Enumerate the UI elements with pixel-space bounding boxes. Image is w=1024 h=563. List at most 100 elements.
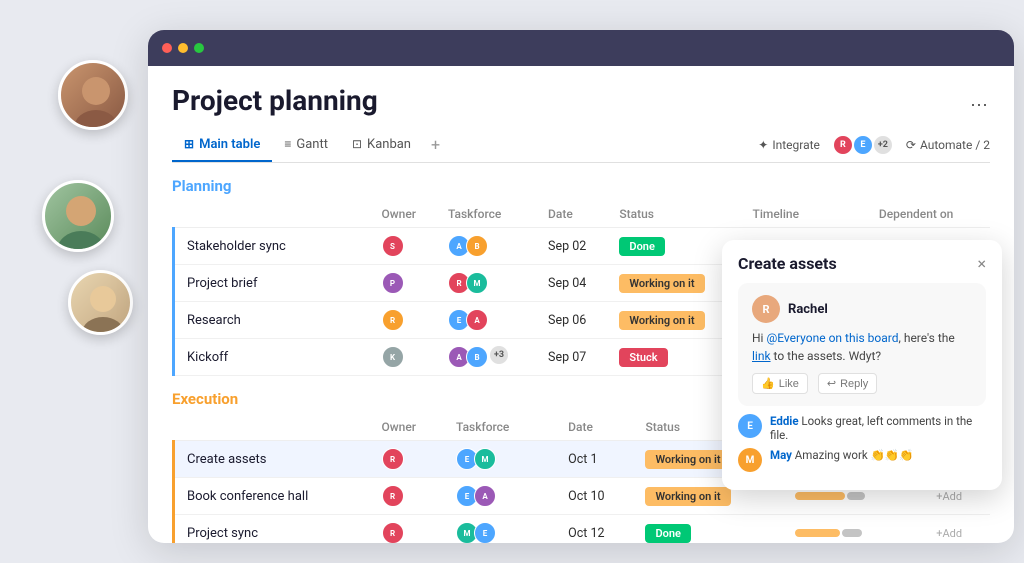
reply-label: Reply — [840, 378, 868, 390]
task-taskforce: E A — [448, 478, 560, 515]
col-date: Date — [540, 201, 611, 228]
automate-icon: ⟳ — [906, 138, 916, 152]
task-add: +Add — [928, 515, 990, 544]
col-taskforce: Taskforce — [440, 201, 540, 228]
maximize-dot[interactable] — [194, 43, 204, 53]
task-taskforce: E M — [448, 441, 560, 478]
task-name: Project brief — [174, 265, 374, 302]
integrate-icon: ✦ — [758, 138, 768, 152]
automate-label: Automate / 2 — [920, 138, 990, 152]
avatar: M — [466, 272, 488, 294]
tab-kanban[interactable]: ⊡ Kanban — [340, 129, 423, 162]
col-date: Date — [560, 414, 637, 441]
like-icon: 👍 — [761, 377, 775, 390]
automate-button[interactable]: ⟳ Automate / 2 — [906, 138, 990, 152]
reply-avatar: E — [738, 414, 762, 438]
avatar: A — [466, 309, 488, 331]
popup-header: Create assets × — [722, 240, 1002, 283]
avatar: M — [474, 448, 496, 470]
table-icon: ⊞ — [184, 137, 194, 151]
like-button[interactable]: 👍 Like — [752, 373, 808, 394]
status-badge: Working on it — [645, 487, 730, 506]
avatar: R — [382, 309, 404, 331]
task-date: Sep 06 — [540, 302, 611, 339]
comment-link[interactable]: link — [752, 349, 771, 363]
page-title: Project planning — [172, 84, 378, 117]
integrate-button[interactable]: ✦ Integrate — [758, 138, 820, 152]
scene: Project planning ⋯ ⊞ Main table ≡ Gantt … — [0, 0, 1024, 563]
reply-author-name: May — [770, 448, 792, 462]
user-avatar-1: R — [832, 134, 854, 156]
table-row: Project sync R M E Oct 12 — [174, 515, 991, 544]
task-date: Oct 1 — [560, 441, 637, 478]
tab-kanban-label: Kanban — [367, 137, 411, 152]
reply-2: M May Amazing work 👏👏👏 — [738, 448, 986, 472]
more-avatars-badge: +3 — [490, 346, 508, 364]
avatar: B — [466, 235, 488, 257]
title-bar — [148, 30, 1014, 66]
status-badge: Stuck — [619, 348, 667, 367]
col-owner: Owner — [374, 201, 441, 228]
task-name: Kickoff — [174, 339, 374, 376]
comment-block: R Rachel Hi @Everyone on this board, her… — [738, 283, 986, 406]
add-tab-button[interactable]: + — [423, 127, 448, 162]
like-label: Like — [779, 378, 799, 390]
task-date: Sep 02 — [540, 228, 611, 265]
avatar: B — [466, 346, 488, 368]
avatar-float-2 — [42, 180, 114, 252]
task-taskforce: R M — [440, 265, 540, 302]
task-name: Create assets — [174, 441, 374, 478]
timeline-bar-wrap — [795, 529, 875, 537]
avatar: R — [382, 485, 404, 507]
task-date: Sep 04 — [540, 265, 611, 302]
user-avatar-more: +2 — [872, 134, 894, 156]
close-dot[interactable] — [162, 43, 172, 53]
avatar: R — [382, 522, 404, 543]
col-task — [174, 414, 374, 441]
task-owner: R — [374, 478, 449, 515]
task-timeline — [787, 515, 929, 544]
comment-mention: @Everyone on this board — [766, 331, 898, 345]
task-name: Stakeholder sync — [174, 228, 374, 265]
task-date: Oct 12 — [560, 515, 637, 544]
popup-close-button[interactable]: × — [977, 254, 986, 273]
task-owner: P — [374, 265, 441, 302]
planning-section-label: Planning — [148, 163, 1014, 201]
reply-icon: ↩ — [827, 377, 836, 390]
tab-main-table[interactable]: ⊞ Main table — [172, 129, 272, 162]
add-button[interactable]: +Add — [936, 527, 962, 540]
main-window: Project planning ⋯ ⊞ Main table ≡ Gantt … — [148, 30, 1014, 543]
task-owner: S — [374, 228, 441, 265]
task-owner: R — [374, 515, 449, 544]
comment-text: Hi @Everyone on this board, here's the l… — [752, 329, 972, 365]
page-options-icon[interactable]: ⋯ — [970, 95, 990, 116]
reply-button[interactable]: ↩ Reply — [818, 373, 877, 394]
tab-gantt[interactable]: ≡ Gantt — [272, 129, 340, 162]
col-dependent: Dependent on — [871, 201, 990, 228]
timeline-bar-filled — [795, 529, 840, 537]
integrate-label: Integrate — [772, 138, 820, 152]
task-status: Done — [637, 515, 786, 544]
reply-author-name: Eddie — [770, 414, 799, 428]
comment-author-name: Rachel — [788, 302, 828, 317]
minimize-dot[interactable] — [178, 43, 188, 53]
popup-body: R Rachel Hi @Everyone on this board, her… — [722, 283, 1002, 490]
toolbar-right: ✦ Integrate R E +2 ⟳ Automate / 2 — [758, 134, 990, 156]
task-name: Project sync — [174, 515, 374, 544]
avatar: P — [382, 272, 404, 294]
tab-gantt-label: Gantt — [296, 137, 328, 152]
add-button[interactable]: +Add — [936, 490, 962, 503]
comment-actions: 👍 Like ↩ Reply — [752, 373, 972, 394]
task-taskforce: A B +3 — [440, 339, 540, 376]
task-name: Research — [174, 302, 374, 339]
task-name: Book conference hall — [174, 478, 374, 515]
reply-text: May Amazing work 👏👏👏 — [770, 448, 914, 462]
task-taskforce: M E — [448, 515, 560, 544]
task-taskforce: A B — [440, 228, 540, 265]
avatar-float-3 — [68, 270, 133, 335]
avatar-float-1 — [58, 60, 128, 130]
avatar: E — [474, 522, 496, 543]
status-badge: Done — [619, 237, 664, 256]
popup-title: Create assets — [738, 254, 837, 273]
reply-text: Eddie Looks great, left comments in the … — [770, 414, 986, 442]
